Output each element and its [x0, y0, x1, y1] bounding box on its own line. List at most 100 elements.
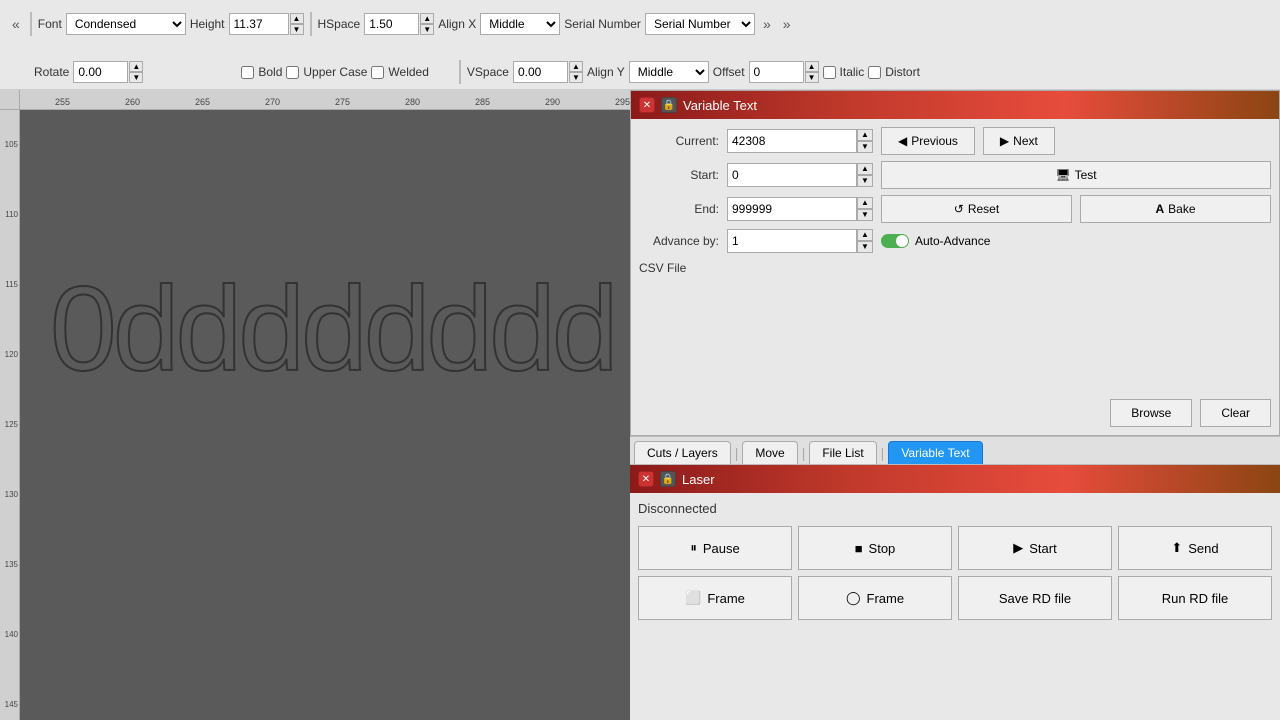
offset-up-btn[interactable]: ▲ [805, 61, 819, 72]
csv-file-label: CSV File [639, 261, 1271, 275]
distort-checkbox[interactable] [868, 66, 881, 79]
collapse-right-button2[interactable]: » [779, 14, 795, 34]
laser-panel: ✕ 🔒 Laser Disconnected ⏸ Pause ■ Stop [630, 465, 1280, 720]
collapse-right-button1[interactable]: » [759, 14, 775, 34]
bake-button[interactable]: A Bake [1080, 195, 1271, 223]
pause-button[interactable]: ⏸ Pause [638, 526, 792, 570]
height-label: Height [190, 17, 225, 31]
hspace-down-btn[interactable]: ▼ [420, 24, 434, 35]
serial-number-select[interactable]: Serial Number [645, 13, 755, 35]
test-button[interactable]: 🖥 Test [881, 161, 1271, 189]
save-rd-button[interactable]: Save RD file [958, 576, 1112, 620]
main-toolbar: « Font Condensed Height ▲ ▼ HSpace ▲ ▼ A… [0, 0, 1280, 90]
tab-cuts-layers[interactable]: Cuts / Layers [634, 441, 731, 464]
advance-by-input[interactable] [727, 229, 857, 253]
start-field-group: ▲ ▼ [727, 163, 873, 187]
end-label: End: [639, 202, 719, 216]
tab-separator2: | [800, 445, 808, 461]
canvas-content[interactable]: 0dddddddd [20, 110, 630, 720]
csv-empty-area [639, 279, 1271, 399]
italic-checkbox[interactable] [823, 66, 836, 79]
main-area: 255260265270275280285290295 105110115120… [0, 90, 1280, 720]
clear-button[interactable]: Clear [1200, 399, 1271, 427]
hspace-up-btn[interactable]: ▲ [420, 13, 434, 24]
start-down-btn[interactable]: ▼ [857, 175, 873, 187]
browse-button[interactable]: Browse [1110, 399, 1192, 427]
reset-button[interactable]: ↺ Reset [881, 195, 1072, 223]
csv-section: CSV File Browse Clear [639, 261, 1271, 427]
run-rd-button[interactable]: Run RD file [1118, 576, 1272, 620]
send-icon: ⬆ [1171, 540, 1182, 556]
start-button[interactable]: ▶ Start [958, 526, 1112, 570]
save-rd-label: Save RD file [999, 591, 1071, 606]
aligny-select[interactable]: Middle [629, 61, 709, 83]
previous-arrow-icon: ◀ [898, 134, 907, 148]
offset-input[interactable] [749, 61, 804, 83]
distort-label: Distort [885, 65, 920, 79]
end-input[interactable] [727, 197, 857, 221]
welded-checkbox[interactable] [371, 66, 384, 79]
laser-pin-button[interactable]: 🔒 [660, 471, 676, 487]
current-up-btn[interactable]: ▲ [857, 129, 873, 141]
rotate-up-btn[interactable]: ▲ [129, 61, 143, 72]
variable-text-pin-button[interactable]: 🔒 [661, 97, 677, 113]
collapse-left-button[interactable]: « [8, 14, 24, 34]
frame2-button[interactable]: ◯ Frame [798, 576, 952, 620]
vspace-input[interactable] [513, 61, 568, 83]
current-input[interactable] [727, 129, 857, 153]
previous-label: Previous [911, 134, 958, 148]
laser-panel-header[interactable]: ✕ 🔒 Laser [630, 465, 1280, 493]
uppercase-checkbox[interactable] [286, 66, 299, 79]
laser-body: Disconnected ⏸ Pause ■ Stop ▶ Start [630, 493, 1280, 720]
stop-button[interactable]: ■ Stop [798, 526, 952, 570]
laser-close-button[interactable]: ✕ [638, 471, 654, 487]
laser-title: Laser [682, 472, 715, 487]
offset-down-btn[interactable]: ▼ [805, 72, 819, 83]
vspace-up-btn[interactable]: ▲ [569, 61, 583, 72]
start-input[interactable] [727, 163, 857, 187]
bold-checkbox[interactable] [241, 66, 254, 79]
variable-text-close-button[interactable]: ✕ [639, 97, 655, 113]
height-up-btn[interactable]: ▲ [290, 13, 304, 24]
tab-variable-text[interactable]: Variable Text [888, 441, 982, 464]
bake-icon: A [1155, 202, 1164, 216]
vspace-down-btn[interactable]: ▼ [569, 72, 583, 83]
next-arrow-icon: ▶ [1000, 134, 1009, 148]
height-input[interactable] [229, 13, 289, 35]
tabs-bar: Cuts / Layers | Move | File List | Varia… [630, 436, 1280, 465]
start-icon: ▶ [1013, 540, 1023, 556]
tab-move[interactable]: Move [742, 441, 797, 464]
right-panel: ✕ 🔒 Variable Text Current: ▲ ▼ [630, 90, 1280, 720]
height-down-btn[interactable]: ▼ [290, 24, 304, 35]
rotate-spinner: ▲ ▼ [73, 61, 143, 83]
advance-by-down-btn[interactable]: ▼ [857, 241, 873, 253]
current-down-btn[interactable]: ▼ [857, 141, 873, 153]
rotate-input[interactable] [73, 61, 128, 83]
alignx-select[interactable]: Middle [480, 13, 560, 35]
next-label: Next [1013, 134, 1038, 148]
alignx-label: Align X [438, 17, 476, 31]
variable-text-panel-header[interactable]: ✕ 🔒 Variable Text [631, 91, 1279, 119]
frame1-button[interactable]: ⬜ Frame [638, 576, 792, 620]
start-up-btn[interactable]: ▲ [857, 163, 873, 175]
ruler-top: 255260265270275280285290295 [20, 90, 630, 110]
rotate-down-btn[interactable]: ▼ [129, 72, 143, 83]
hspace-label: HSpace [318, 17, 361, 31]
welded-checkbox-group: Welded [371, 65, 428, 79]
hspace-spinner: ▲ ▼ [364, 13, 434, 35]
next-button[interactable]: ▶ Next [983, 127, 1055, 155]
variable-text-panel: ✕ 🔒 Variable Text Current: ▲ ▼ [630, 90, 1280, 436]
advance-by-up-btn[interactable]: ▲ [857, 229, 873, 241]
start-label: Start [1029, 541, 1056, 556]
send-button[interactable]: ⬆ Send [1118, 526, 1272, 570]
send-label: Send [1188, 541, 1218, 556]
font-select[interactable]: Condensed [66, 13, 186, 35]
tab-file-list[interactable]: File List [809, 441, 876, 464]
auto-advance-toggle[interactable] [881, 234, 909, 248]
bold-checkbox-group: Bold [241, 65, 282, 79]
previous-button[interactable]: ◀ Previous [881, 127, 975, 155]
hspace-input[interactable] [364, 13, 419, 35]
end-up-btn[interactable]: ▲ [857, 197, 873, 209]
offset-label: Offset [713, 65, 745, 79]
end-down-btn[interactable]: ▼ [857, 209, 873, 221]
